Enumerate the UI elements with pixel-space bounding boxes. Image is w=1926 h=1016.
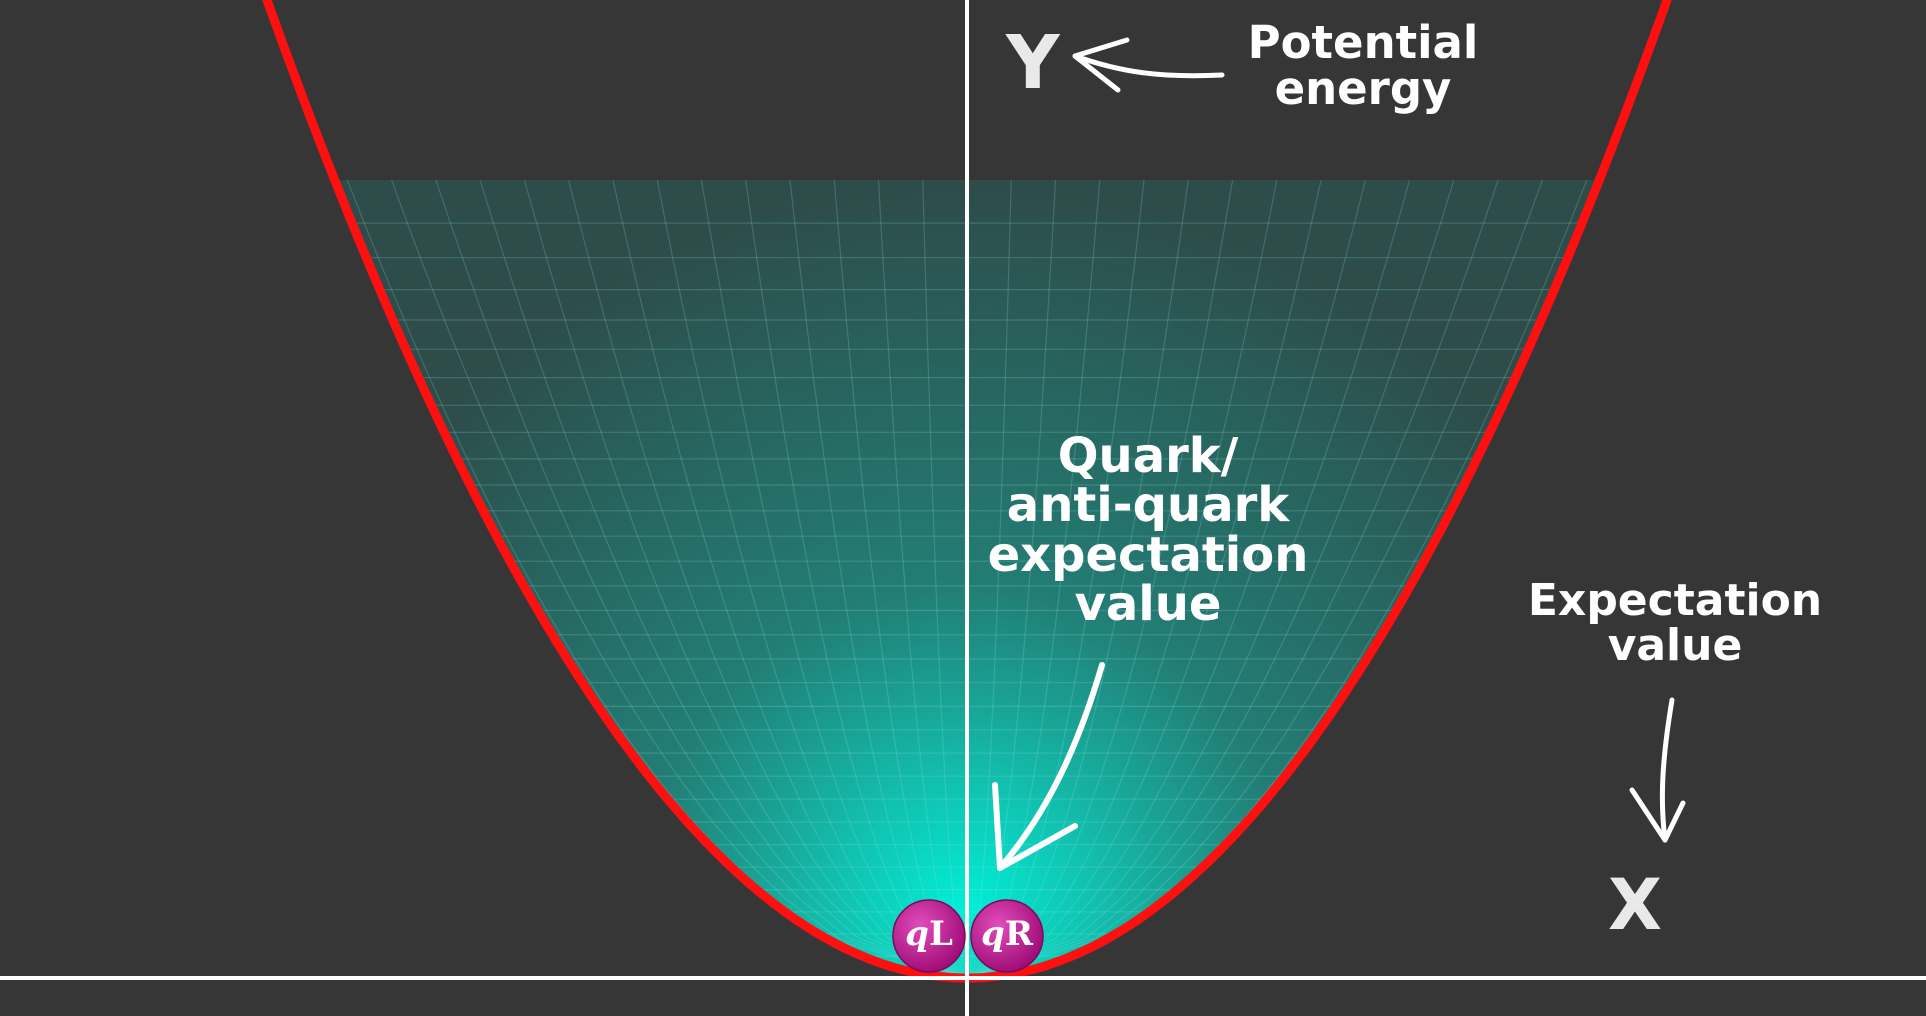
- particle-qL-label: qL: [905, 914, 953, 954]
- x-axis-label: X: [1608, 864, 1662, 946]
- expectation-label-line-2: value: [1607, 620, 1743, 672]
- quark-label-line-4: value: [1074, 576, 1222, 633]
- potential-energy-label: Potential energy: [1228, 16, 1498, 116]
- potential-well-diagram: Y X Potential energy Quark/ anti-quark e…: [0, 0, 1926, 1016]
- potential-energy-line-1: Potential: [1247, 16, 1479, 69]
- expectation-value-label: Expectation value: [1510, 578, 1840, 669]
- quark-label-line-3: expectation: [987, 526, 1309, 583]
- quark-label-line-1: Quark/: [1057, 428, 1239, 484]
- quark-label-line-2: anti-quark: [1006, 477, 1290, 534]
- y-axis-label: Y: [1006, 20, 1060, 106]
- arrow-to-x-axis: [1629, 697, 1686, 843]
- arrow-to-y-axis: [1072, 37, 1225, 93]
- quark-expectation-label: Quark/ anti-quark expectation value: [978, 428, 1318, 633]
- expectation-label-line-1: Expectation: [1527, 575, 1823, 626]
- potential-energy-line-2: energy: [1274, 62, 1452, 116]
- particle-qR-label: qR: [980, 914, 1034, 954]
